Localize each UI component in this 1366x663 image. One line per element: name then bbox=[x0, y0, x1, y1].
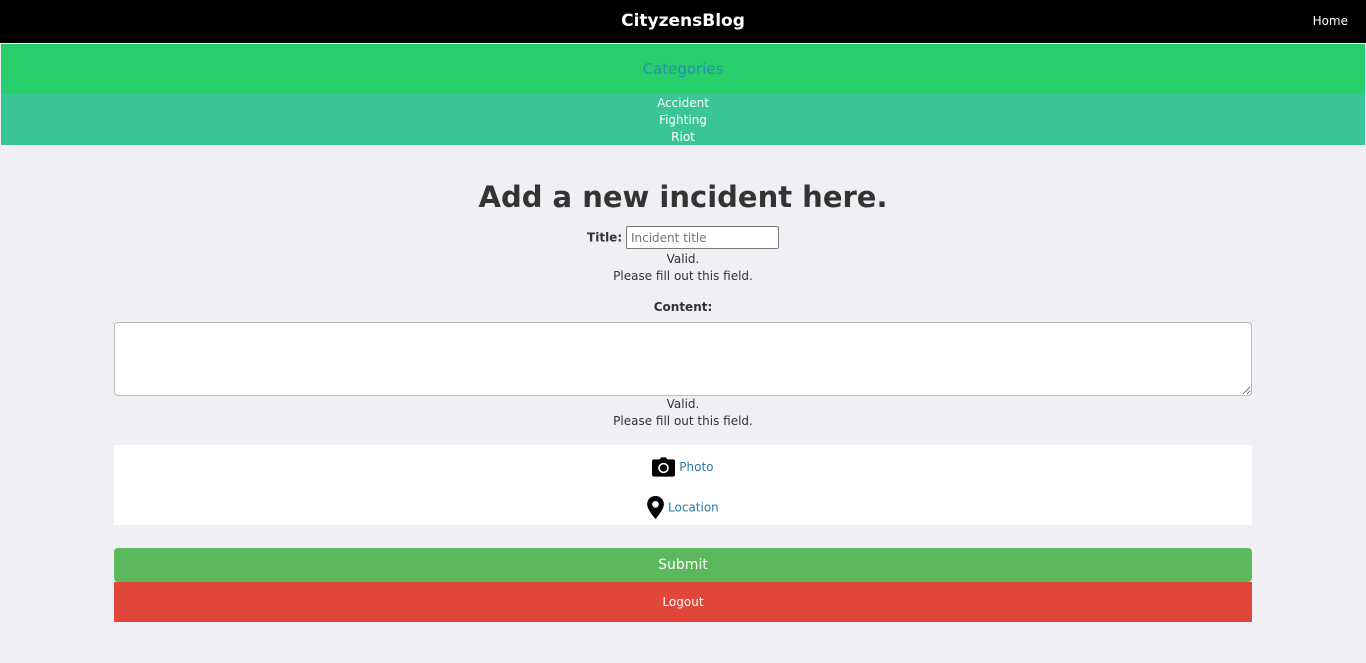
location-row: Location bbox=[114, 496, 1252, 519]
content-invalid-feedback: Please fill out this field. bbox=[613, 414, 753, 428]
category-fighting[interactable]: Fighting bbox=[1, 112, 1365, 129]
title-label: Title: bbox=[587, 230, 623, 245]
location-link[interactable]: Location bbox=[668, 501, 719, 515]
category-riot[interactable]: Riot bbox=[1, 129, 1365, 146]
map-pin-icon[interactable] bbox=[647, 496, 665, 519]
content-textarea[interactable] bbox=[114, 322, 1252, 396]
photo-row: Photo bbox=[114, 457, 1252, 477]
navbar: CityzensBlog Home bbox=[0, 0, 1366, 43]
title-valid-feedback: Valid. bbox=[666, 252, 700, 266]
categories-list: Accident Fighting Riot bbox=[1, 94, 1365, 145]
title-invalid-feedback: Please fill out this field. bbox=[613, 269, 753, 283]
title-row: Title: bbox=[0, 226, 1366, 249]
submit-button[interactable]: Submit bbox=[114, 548, 1252, 582]
camera-icon[interactable] bbox=[652, 457, 676, 477]
content-valid-feedback: Valid. bbox=[666, 397, 700, 411]
logout-button[interactable]: Logout bbox=[114, 582, 1252, 622]
brand-title: CityzensBlog bbox=[621, 11, 745, 31]
content-label: Content: bbox=[653, 300, 713, 314]
photo-link[interactable]: Photo bbox=[679, 460, 713, 474]
page-title: Add a new incident here. bbox=[478, 180, 888, 214]
home-link[interactable]: Home bbox=[1313, 14, 1348, 28]
category-accident[interactable]: Accident bbox=[1, 95, 1365, 112]
categories-header: Categories bbox=[1, 44, 1365, 94]
media-attachments: Photo Location bbox=[114, 445, 1252, 525]
title-input[interactable] bbox=[625, 226, 779, 249]
